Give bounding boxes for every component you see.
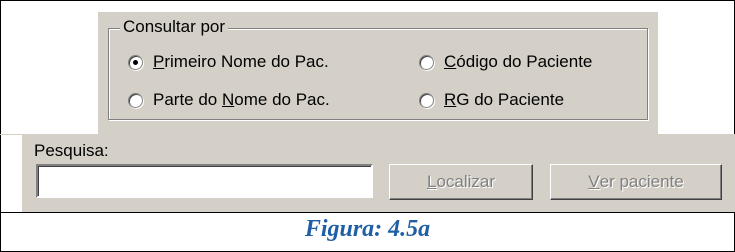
radio-label: Primeiro Nome do Pac. [153, 52, 329, 71]
caption-divider [0, 212, 735, 213]
pesquisa-label: Pesquisa: [34, 141, 109, 160]
radio-icon[interactable] [419, 92, 434, 108]
radio-label: Parte do Nome do Pac. [153, 90, 330, 109]
radio-parte-nome[interactable]: Parte do Nome do Pac. [128, 90, 330, 110]
localizar-button[interactable]: Localizar [389, 164, 533, 200]
radio-codigo-paciente[interactable]: Código do Paciente [419, 52, 592, 72]
ver-paciente-button[interactable]: Ver paciente [550, 164, 722, 200]
panel-divider [0, 134, 735, 135]
radio-primeiro-nome[interactable]: Primeiro Nome do Pac. [128, 52, 329, 72]
radio-icon[interactable] [128, 92, 143, 108]
radio-label: Código do Paciente [444, 52, 593, 71]
pesquisa-input[interactable] [36, 164, 373, 198]
radio-icon[interactable] [419, 54, 434, 70]
radio-label: RG do Paciente [444, 90, 565, 109]
figure-caption: Figura: 4.5a [304, 216, 431, 242]
consult-groupbox-title: Consultar por [120, 16, 229, 38]
radio-selected-icon[interactable] [128, 54, 143, 70]
radio-rg-paciente[interactable]: RG do Paciente [419, 90, 564, 110]
